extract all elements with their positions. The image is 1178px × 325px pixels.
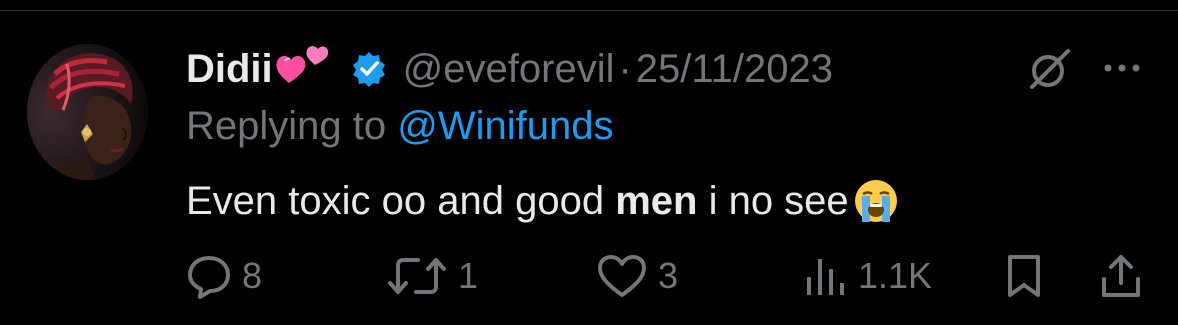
like-count: 3 [658,255,679,296]
bookmark-button[interactable] [1004,248,1044,304]
reply-button[interactable]: 8 [186,248,262,304]
share-icon [1102,255,1140,297]
tweet-date[interactable]: 25/11/2023 [636,47,833,92]
top-divider [0,10,1178,11]
share-button[interactable] [1098,248,1144,304]
display-name[interactable]: Didii [186,47,273,92]
action-bar: 8 1 3 1.1K [0,248,1178,304]
verified-badge-icon[interactable] [351,51,387,87]
replying-to-mention[interactable]: @Winifunds [397,104,613,148]
separator-dot: · [618,46,632,91]
like-icon [598,255,646,297]
retweet-button[interactable]: 1 [386,248,478,304]
tweet-text: Even toxic oo and good men i no see [186,178,899,224]
views-button[interactable]: 1.1K [804,248,932,304]
retweet-icon [388,258,446,294]
replying-to-label: Replying to [186,104,387,148]
user-handle[interactable]: @eveforevil [403,47,615,92]
two-hearts-emoji-icon [275,43,333,87]
retweet-count: 1 [458,255,479,296]
tweet-text-part2: i no see [697,178,849,223]
grok-icon[interactable] [1026,47,1074,91]
more-options-icon[interactable] [1100,60,1148,76]
tweet-text-part1: Even toxic oo and good [186,178,616,223]
avatar[interactable] [27,44,148,180]
like-button[interactable]: 3 [596,248,678,304]
tweet-text-bold: men [615,178,698,223]
replying-to-line: Replying to @Winifunds [186,104,613,149]
views-icon [807,259,844,295]
reply-count: 8 [242,255,263,296]
reply-icon [188,256,230,299]
bookmark-icon [1008,255,1040,297]
tweet-header: Didii @eveforevil · 25/11/2023 [186,44,833,94]
views-count: 1.1K [858,255,933,296]
loudly-crying-face-emoji-icon [853,178,899,224]
